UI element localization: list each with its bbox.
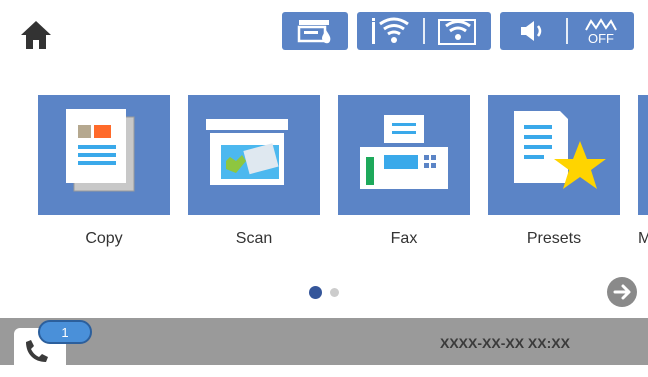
- status-divider: [423, 18, 425, 44]
- copy-tile[interactable]: [38, 95, 170, 215]
- presets-label: Presets: [526, 230, 582, 247]
- more-tile[interactable]: [638, 95, 648, 215]
- datetime-display: XXXX-XX-XX XX:XX: [440, 335, 570, 351]
- quiet-mode-label: OFF: [588, 30, 614, 46]
- next-page-button[interactable]: [606, 276, 638, 308]
- more-label: M: [638, 230, 648, 247]
- presets-tile[interactable]: [488, 95, 620, 215]
- fax-label: Fax: [390, 230, 418, 247]
- fax-tile[interactable]: [338, 95, 470, 215]
- ink-status-group[interactable]: [282, 12, 348, 50]
- copy-label: Copy: [85, 230, 123, 247]
- scan-tile[interactable]: [188, 95, 320, 215]
- status-bar: 1 XXXX-XX-XX XX:XX: [0, 318, 648, 372]
- page-dot-inactive[interactable]: [330, 288, 339, 297]
- sound-status-group[interactable]: OFF: [500, 12, 634, 50]
- page-indicator: [309, 286, 339, 299]
- fax-icon: [360, 115, 448, 189]
- network-status-group[interactable]: [357, 12, 491, 50]
- status-divider: [566, 18, 568, 44]
- quiet-mode-off-icon: OFF: [568, 12, 634, 50]
- sound-icon: [500, 12, 566, 50]
- tile-labels: Copy Scan Fax Presets M: [0, 230, 648, 254]
- wifi-direct-status-icon: [425, 12, 491, 50]
- function-tiles: [0, 95, 648, 215]
- job-count-badge: 1: [38, 320, 92, 344]
- home-button[interactable]: [18, 18, 54, 52]
- arrow-right-icon: [607, 277, 637, 307]
- presets-icon: [514, 111, 606, 189]
- ink-status-icon: [282, 12, 348, 50]
- wifi-status-icon: [357, 12, 423, 50]
- page-dot-active[interactable]: [309, 286, 322, 299]
- scan-icon: [206, 119, 288, 185]
- copy-icon: [66, 109, 135, 192]
- scan-label: Scan: [235, 230, 273, 247]
- home-icon: [21, 21, 51, 49]
